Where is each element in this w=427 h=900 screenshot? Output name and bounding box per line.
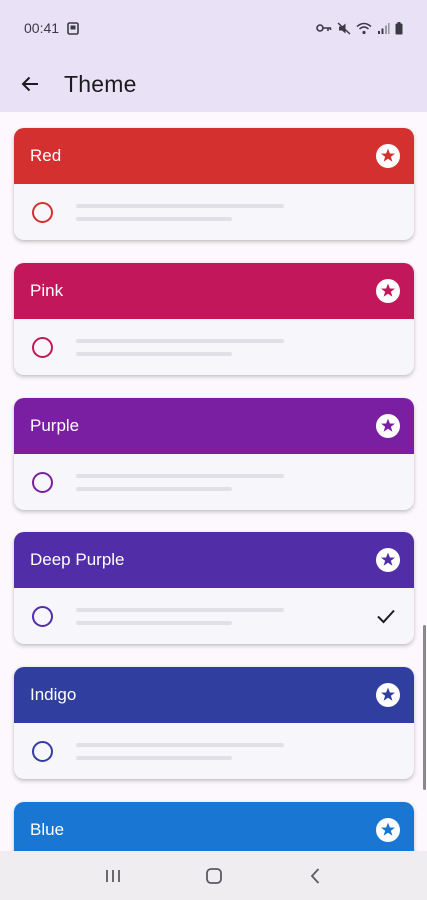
page-title: Theme <box>64 70 137 97</box>
nav-back-button[interactable] <box>295 856 335 896</box>
status-bar: 00:41 <box>0 0 427 56</box>
notification-icon <box>67 21 79 35</box>
theme-card-header: Purple <box>14 398 414 454</box>
theme-card-preview <box>14 184 414 240</box>
skeleton-line <box>76 351 232 356</box>
theme-name: Red <box>30 146 62 165</box>
radio-icon[interactable] <box>32 605 53 627</box>
theme-card-indigo[interactable]: Indigo <box>14 667 414 779</box>
star-icon[interactable] <box>375 817 401 843</box>
radio-icon[interactable] <box>32 740 53 762</box>
theme-name: Indigo <box>30 685 77 704</box>
status-icons <box>316 21 403 35</box>
theme-card-red[interactable]: Red <box>14 128 414 240</box>
app-bar: Theme <box>0 56 427 112</box>
home-icon <box>205 867 222 884</box>
star-icon[interactable] <box>375 413 401 439</box>
nav-bar <box>0 851 427 900</box>
theme-name: Deep Purple <box>30 550 125 569</box>
theme-list: Red Pink Purple Deep Purple Indigo Blue <box>0 112 427 851</box>
wifi-icon <box>356 22 372 34</box>
radio-icon[interactable] <box>32 336 53 358</box>
back-button[interactable] <box>2 56 58 112</box>
theme-name: Blue <box>30 820 65 839</box>
theme-card-deep-purple[interactable]: Deep Purple <box>14 532 414 644</box>
radio-icon[interactable] <box>32 201 53 223</box>
theme-card-header: Deep Purple <box>14 532 414 588</box>
skeleton-line <box>76 486 232 491</box>
scrollbar[interactable] <box>423 625 426 790</box>
radio-icon[interactable] <box>32 471 53 493</box>
theme-card-purple[interactable]: Purple <box>14 398 414 510</box>
back-icon <box>310 867 319 884</box>
recents-button[interactable] <box>93 856 133 896</box>
star-icon[interactable] <box>375 143 401 169</box>
status-time-group: 00:41 <box>24 20 79 36</box>
theme-name: Pink <box>30 281 64 300</box>
skeleton-lines <box>76 607 284 625</box>
battery-icon <box>395 21 403 34</box>
home-button[interactable] <box>194 856 234 896</box>
theme-card-preview <box>14 588 414 644</box>
theme-card-preview <box>14 723 414 779</box>
theme-card-header: Red <box>14 128 414 184</box>
mute-icon <box>337 21 351 35</box>
skeleton-lines <box>76 203 284 221</box>
check-icon <box>377 609 395 624</box>
skeleton-line <box>76 216 232 221</box>
skeleton-lines <box>76 742 284 760</box>
star-icon[interactable] <box>375 682 401 708</box>
status-time: 00:41 <box>24 20 60 36</box>
theme-card-preview <box>14 454 414 510</box>
skeleton-line <box>76 620 232 625</box>
star-icon[interactable] <box>375 547 401 573</box>
skeleton-line <box>76 473 284 478</box>
key-icon <box>316 24 332 32</box>
theme-card-header: Blue <box>14 802 414 851</box>
skeleton-lines <box>76 338 284 356</box>
theme-card-blue[interactable]: Blue <box>14 802 414 851</box>
star-icon[interactable] <box>375 278 401 304</box>
skeleton-line <box>76 607 284 612</box>
recents-icon <box>105 869 120 882</box>
skeleton-line <box>76 742 284 747</box>
theme-card-preview <box>14 319 414 375</box>
signal-icon <box>378 22 390 34</box>
skeleton-line <box>76 755 232 760</box>
skeleton-line <box>76 203 284 208</box>
skeleton-line <box>76 338 284 343</box>
theme-card-header: Pink <box>14 263 414 319</box>
skeleton-lines <box>76 473 284 491</box>
theme-card-pink[interactable]: Pink <box>14 263 414 375</box>
theme-card-header: Indigo <box>14 667 414 723</box>
arrow-back-icon <box>21 76 38 92</box>
theme-name: Purple <box>30 416 80 435</box>
